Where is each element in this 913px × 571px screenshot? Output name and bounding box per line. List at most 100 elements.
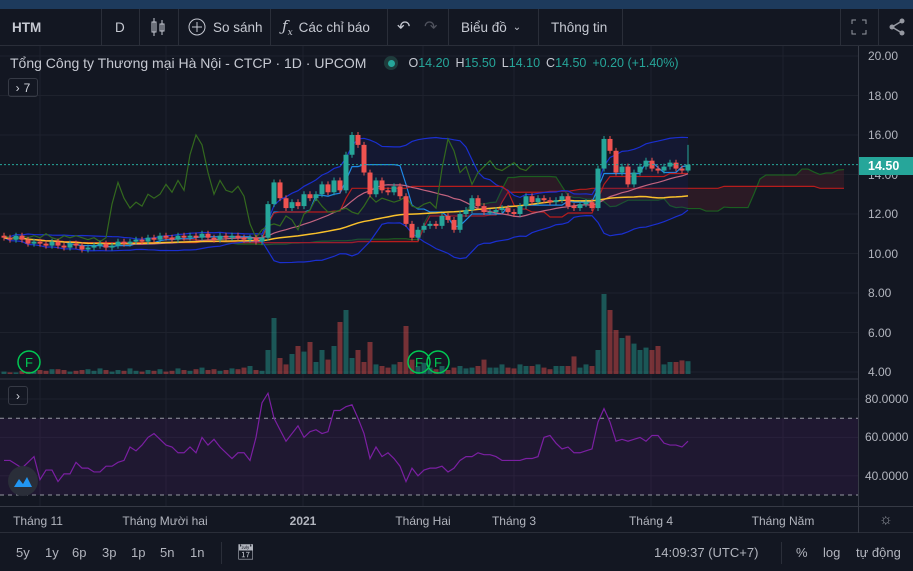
range-1y[interactable]: 1y [45,545,59,560]
volume-bar [229,368,235,374]
volume-bar [685,361,691,374]
volume-bar [499,364,505,374]
volume-bar [319,350,325,374]
volume-bar [157,369,163,374]
volume-bar [151,370,157,374]
change-value: +0.20 (+1.40%) [592,56,679,70]
candle-body [655,168,661,171]
volume-bar [235,369,241,374]
volume-bar [265,350,271,374]
candle-body [283,198,289,209]
candle-body [361,144,367,173]
candle-body [475,198,481,207]
candle-body [439,215,445,226]
volume-bar [271,318,277,374]
chevron-right-icon: › [16,388,20,403]
candle-body [355,135,361,145]
candle-body [259,237,265,242]
time-label: Tháng Mười hai [122,514,208,528]
auto-toggle[interactable]: tự động [856,545,901,560]
last-price-label: 14.50 [859,157,913,175]
volume-bar [385,367,391,374]
dividend-marker-label: F [25,355,33,370]
volume-bar [571,356,577,374]
volume-bar [127,368,133,374]
candle-body [583,202,589,205]
candle-body [115,241,121,246]
volume-bar [325,359,331,374]
candle-body [187,235,193,238]
candle-body [67,243,73,248]
candle-body [313,194,319,199]
volume-bar [169,370,175,374]
volume-bar [361,362,367,374]
candle-body [289,202,295,209]
volume-bar [475,366,481,374]
candle-body [301,194,307,207]
market-status-icon [384,56,399,70]
candle-body [91,245,97,248]
candle-body [127,241,133,244]
volume-bar [145,370,151,374]
settings-gear-icon[interactable]: ☼ [879,511,893,528]
candle-body [421,225,427,230]
candle-body [97,243,103,246]
candle-body [271,182,277,205]
candle-body [265,204,271,238]
candle-body [373,180,379,195]
tradingview-logo[interactable] [8,466,38,496]
candle-body [499,208,505,211]
rsi-tick: 60.0000 [865,430,909,445]
time-label: 2021 [289,514,317,528]
candle-body [211,237,217,240]
volume-bar [601,294,607,374]
candle-body [673,162,679,169]
volume-bar [253,370,259,374]
range-3m[interactable]: 3p [102,545,116,560]
volume-bar [49,369,55,374]
candle-body [55,241,61,246]
volume-bar [379,366,385,374]
price-chart[interactable]: FFF [0,0,913,571]
range-1m[interactable]: 1p [131,545,145,560]
range-5d[interactable]: 5n [160,545,174,560]
candle-body [247,237,253,240]
time-axis[interactable]: Tháng 11 Tháng Mười hai 2021 Tháng Hai T… [0,506,913,533]
volume-bar [463,368,469,374]
candle-body [427,223,433,226]
range-6m[interactable]: 6p [72,545,86,560]
candle-body [415,229,421,238]
candle-body [625,166,631,185]
go-to-date-icon[interactable]: 📅︎ [236,543,255,561]
volume-bar [115,370,121,374]
close-key: C [546,56,556,70]
candle-body [367,172,373,195]
price-tick: 8.00 [868,286,892,300]
volume-bar [565,366,571,374]
candle-body [505,208,511,213]
candle-body [397,186,403,197]
range-1d[interactable]: 1n [190,545,204,560]
volume-bar [625,335,631,374]
indicators-toggle[interactable]: › 7 [8,78,38,97]
log-toggle[interactable]: log [823,545,840,560]
price-tick: 16.00 [868,128,899,142]
volume-bar [511,368,517,374]
range-5y[interactable]: 5y [16,545,30,560]
candle-body [457,214,463,230]
symbol-title: Tổng Công ty Thương mại Hà Nội - CTCP · … [10,55,367,71]
volume-bar [619,338,625,374]
candle-body [559,196,565,201]
price-axis[interactable] [858,46,859,506]
volume-bar [367,342,373,374]
candle-body [217,235,223,240]
price-tick: 10.00 [868,246,899,261]
rsi-band [0,418,858,495]
volume-bar [199,367,205,374]
candle-body [511,212,517,214]
candle-body [565,196,571,207]
percent-toggle[interactable]: % [796,545,808,560]
rsi-toggle[interactable]: › [8,386,28,405]
volume-bar [217,370,223,374]
volume-bar [241,367,247,374]
